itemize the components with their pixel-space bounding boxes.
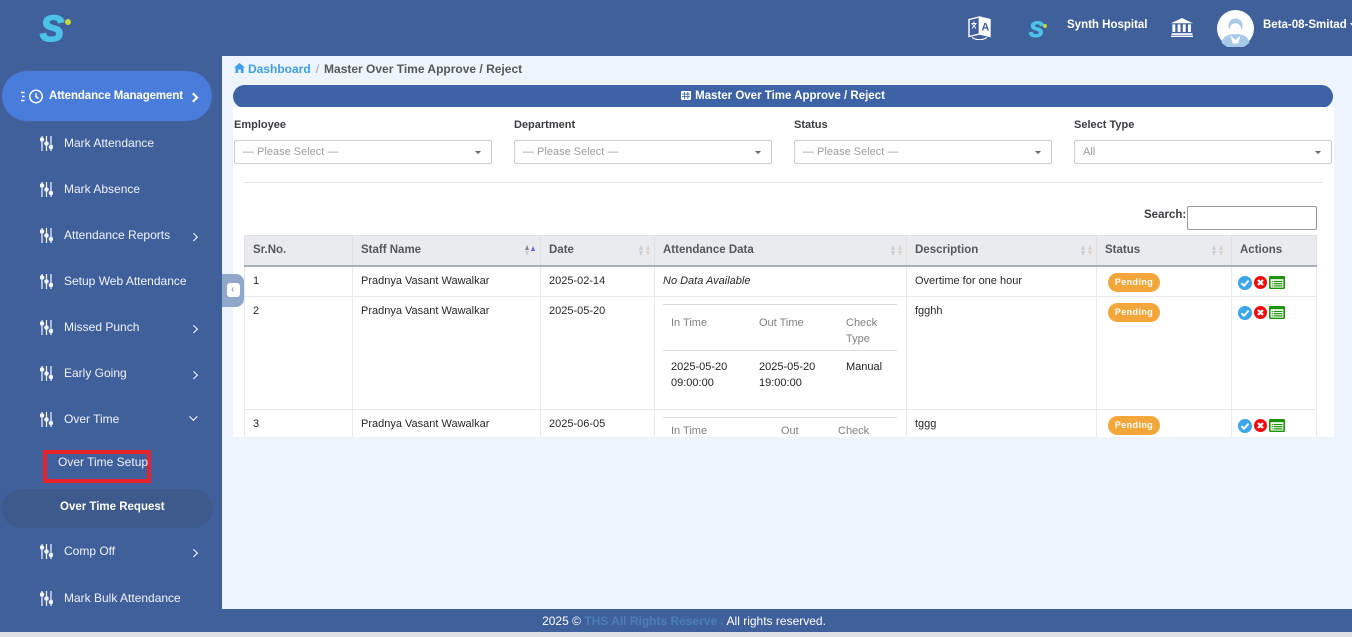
svg-text:A: A — [981, 22, 989, 34]
